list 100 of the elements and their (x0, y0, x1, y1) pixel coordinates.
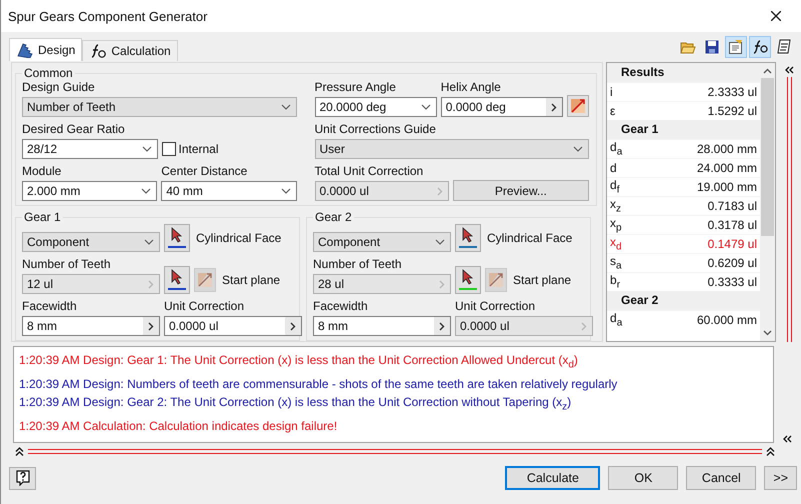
result-name: b$_{r}$ (610, 273, 620, 291)
save-icon (705, 40, 719, 54)
field-label: Total Unit Correction (314, 164, 424, 178)
result-value: 0.3333 ul (708, 275, 757, 289)
dialog-button[interactable]: Cancel (686, 466, 756, 490)
result-name: x$_{p}$ (610, 216, 622, 234)
field-label: Desired Gear Ratio (22, 122, 126, 136)
results-header: Results (607, 63, 760, 82)
chevron-down-icon (573, 146, 583, 152)
select-button[interactable] (455, 224, 481, 252)
select-button[interactable] (455, 266, 481, 294)
tab[interactable]: Calculation (82, 40, 178, 61)
result-name: i (610, 85, 613, 99)
notepad-icon (776, 39, 792, 54)
select-button[interactable] (164, 266, 190, 294)
dropdown[interactable]: 2.000 mm (22, 181, 158, 201)
cursor-icon (171, 227, 183, 243)
result-name: d$_{a}$ (610, 311, 622, 329)
chevron-right-icon (551, 102, 557, 112)
field-label: Unit Corrections Guide (314, 122, 437, 136)
field-label: Module (22, 164, 62, 178)
field-label: Number of Teeth (313, 257, 402, 271)
pick-label: Cylindrical Face (196, 231, 282, 245)
help-icon (14, 470, 30, 486)
scrollbar-thumb[interactable] (761, 78, 774, 236)
chevron-down-icon (280, 104, 290, 110)
pick-label: Start plane (513, 273, 572, 287)
gear-icon (16, 42, 34, 58)
dropdown[interactable]: 28/12 (22, 139, 158, 159)
toolbar-button[interactable] (749, 36, 771, 58)
dropdown[interactable]: 40 mm (161, 181, 296, 201)
log-message: 1:20:39 AM Design: Numbers of teeth are commensurable - shots of the same teeth are taken relatively regularly (19, 376, 618, 393)
result-name: s$_{a}$ (610, 254, 622, 272)
select-button[interactable] (164, 224, 190, 252)
result-value: 28.000 mm (696, 142, 757, 156)
spin-field[interactable]: 0.0000 ul (164, 316, 302, 336)
result-value: 60.000 mm (696, 313, 757, 327)
result-name: x$_{z}$ (610, 197, 621, 215)
scrollbar[interactable] (760, 63, 775, 341)
toolbar-button[interactable] (725, 36, 747, 58)
spin-field[interactable]: 8 mm (313, 316, 451, 336)
cursor-icon (462, 269, 474, 285)
window-title: Spur Gears Component Generator (8, 8, 208, 24)
log-message: 1:20:39 AM Design: Gear 2: The Unit Correction (x) is less than the Unit Correction without Tapering (x$_{z}$) (19, 394, 572, 415)
field-label: Facewidth (22, 299, 78, 313)
result-value: 2.3333 ul (708, 85, 757, 99)
field-label: Facewidth (313, 299, 369, 313)
pick-label: Start plane (222, 273, 280, 287)
chevron-right-icon (581, 322, 587, 330)
diagonal-arrow-icon (569, 97, 587, 115)
result-name: x$_{d}$ (610, 235, 622, 253)
chevron-right-icon (439, 280, 445, 288)
formula-icon (89, 43, 108, 59)
spin-field[interactable]: 8 mm (22, 316, 160, 336)
double-chevron-left-icon[interactable] (782, 435, 792, 443)
chevron-right-icon (148, 322, 154, 330)
field-label: Number of Teeth (22, 257, 112, 271)
diagonal-arrow-icon (196, 271, 214, 289)
formula-icon (751, 39, 769, 54)
field-label: Unit Correction (455, 299, 536, 313)
pick-label: Cylindrical Face (487, 231, 572, 245)
folder-icon (680, 40, 696, 54)
log-message: 1:20:39 AM Calculation: Calculation indicates design failure! (19, 418, 338, 436)
result-name: d (610, 161, 617, 175)
chevron-down-icon (144, 239, 154, 245)
double-chevron-up-icon[interactable] (766, 447, 775, 456)
flip-button[interactable] (567, 95, 589, 117)
results-header: Gear 1 (607, 120, 760, 139)
splitter-bar[interactable] (28, 449, 762, 454)
chevron-up-icon (763, 68, 772, 74)
group-title: Gear 1 (23, 210, 62, 224)
chevron-down-icon (141, 188, 152, 194)
field-label: Design Guide (22, 80, 96, 94)
result-name: ε (610, 104, 616, 118)
checkbox[interactable] (162, 142, 176, 156)
dialog-button[interactable]: >> (764, 466, 797, 490)
spin-field[interactable]: 0.0000 deg (440, 97, 563, 117)
dialog-button[interactable]: Calculate (505, 466, 600, 490)
field-label: Center Distance (161, 164, 248, 178)
cursor-icon (462, 227, 474, 243)
double-chevron-left-icon[interactable] (784, 66, 794, 74)
field-label: Helix Angle (440, 80, 502, 94)
preview-button[interactable]: Preview... (452, 180, 589, 201)
chevron-down-icon (142, 146, 152, 152)
results-header: Gear 2 (607, 291, 760, 310)
cursor-icon (171, 269, 183, 285)
dialog-button[interactable]: OK (608, 466, 678, 490)
splitter-bar[interactable] (786, 77, 792, 342)
diagonal-arrow-icon (487, 271, 505, 289)
result-value: 0.7183 ul (708, 199, 757, 213)
help-button[interactable] (9, 466, 36, 490)
log-message: 1:20:39 AM Design: Gear 1: The Unit Correction (x) is less than the Unit Correction Allowed Undercut (x$_{d}$) (19, 352, 579, 372)
result-value: 19.000 mm (696, 180, 757, 194)
close-icon[interactable] (771, 11, 781, 21)
result-value: 0.3178 ul (708, 218, 757, 232)
double-chevron-up-icon[interactable] (15, 447, 24, 456)
dropdown[interactable]: 20.0000 deg (314, 97, 437, 117)
field-label: Pressure Angle (314, 80, 397, 94)
tab[interactable]: Design (9, 38, 82, 61)
chevron-right-icon (148, 280, 154, 288)
